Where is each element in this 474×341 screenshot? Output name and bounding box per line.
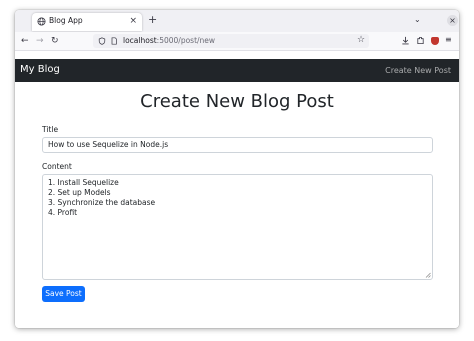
browser-window: Blog App × + ⌄ × ← → ↻ localhost:5000/po…	[15, 10, 459, 328]
reload-icon[interactable]: ↻	[51, 34, 59, 48]
title-input[interactable]: How to use Sequelize in Node.js	[42, 137, 433, 153]
url-host: localhost	[123, 36, 157, 45]
navigation-toolbar: ← → ↻ localhost:5000/post/new ☆ ≡	[15, 32, 459, 51]
title-input-value: How to use Sequelize in Node.js	[48, 140, 169, 149]
url-path: :5000/post/new	[156, 36, 216, 45]
close-tab-icon[interactable]: ×	[129, 15, 137, 27]
content-lines: 1. Install Sequelize 2. Set up Models 3.…	[48, 178, 155, 218]
shield-icon[interactable]	[98, 37, 106, 45]
back-icon[interactable]: ←	[21, 34, 29, 48]
forward-icon[interactable]: →	[36, 34, 44, 48]
globe-icon	[37, 17, 46, 26]
create-post-link[interactable]: Create New Post	[385, 66, 451, 75]
extensions-icon[interactable]	[416, 36, 425, 45]
download-icon[interactable]	[401, 36, 410, 45]
brand-link[interactable]: My Blog	[20, 64, 60, 75]
tab-title: Blog App	[49, 16, 83, 25]
resize-handle-icon[interactable]	[425, 272, 431, 278]
url-text[interactable]: localhost:5000/post/new	[123, 36, 215, 45]
content-line: 2. Set up Models	[48, 188, 111, 197]
list-tabs-icon[interactable]: ⌄	[414, 15, 421, 24]
save-post-button[interactable]: Save Post	[42, 286, 85, 302]
page-title: Create New Blog Post	[140, 91, 334, 112]
menu-icon[interactable]: ≡	[445, 35, 452, 44]
new-tab-button[interactable]: +	[148, 13, 157, 27]
browser-tab[interactable]: Blog App ×	[32, 13, 142, 31]
content-line: 4. Profit	[48, 208, 78, 217]
content-label: Content	[42, 162, 72, 171]
content-textarea[interactable]: 1. Install Sequelize 2. Set up Models 3.…	[42, 174, 433, 280]
ublock-icon[interactable]	[431, 37, 439, 45]
window-close-icon[interactable]: ×	[447, 15, 458, 26]
bookmark-star-icon[interactable]: ☆	[357, 35, 365, 45]
content-line: 1. Install Sequelize	[48, 178, 119, 187]
tab-strip: Blog App × + ⌄ ×	[15, 10, 459, 32]
title-label: Title	[42, 125, 59, 134]
app-navbar: My Blog Create New Post	[15, 59, 459, 82]
content-line: 3. Synchronize the database	[48, 198, 156, 207]
url-bar[interactable]: localhost:5000/post/new ☆	[93, 34, 369, 48]
page-icon[interactable]	[110, 37, 118, 45]
web-page: My Blog Create New Post Create New Blog …	[15, 51, 459, 328]
